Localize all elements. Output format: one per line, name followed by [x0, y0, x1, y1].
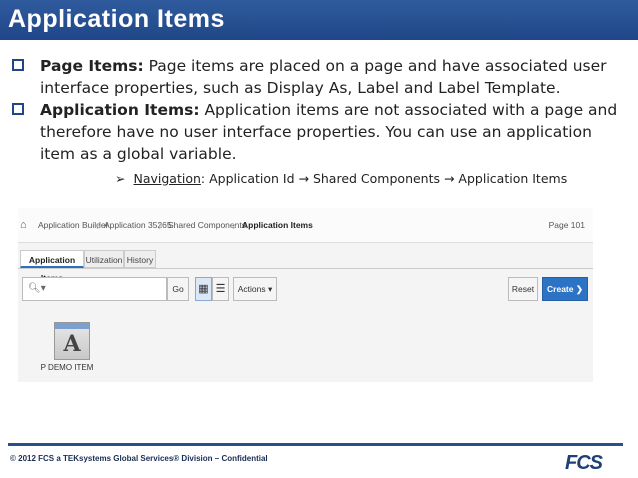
bullet-term: Application Items:	[40, 101, 200, 119]
list-view-icon[interactable]: ☰	[212, 277, 229, 301]
page-number: Page 101	[548, 220, 585, 230]
bullet-application-items: Application Items: Application items are…	[12, 99, 627, 165]
actions-button[interactable]: Actions ▾	[233, 277, 277, 301]
footer-text: © 2012 FCS a TEKsystems Global Services®…	[10, 454, 268, 463]
apex-screenshot: ⌂ Application Builder › Application 3526…	[18, 208, 593, 382]
chevron-right-icon: ›	[158, 217, 163, 233]
slide-title: Application Items	[8, 5, 225, 33]
navigation-path: : Application Id → Shared Components → A…	[200, 171, 568, 186]
breadcrumb: ⌂ Application Builder › Application 3526…	[18, 208, 593, 243]
bullet-list: Page Items: Page items are placed on a p…	[12, 55, 627, 165]
chevron-right-icon: ›	[232, 217, 237, 233]
title-bar: Application Items	[0, 0, 638, 40]
bullet-term: Page Items:	[40, 57, 144, 75]
create-button[interactable]: Create ❯	[542, 277, 588, 301]
breadcrumb-current: Application Items	[242, 220, 313, 230]
navigation-label: Navigation	[133, 171, 201, 186]
tab-history[interactable]: History	[124, 250, 156, 268]
search-input[interactable]: 🔍︎▾	[22, 277, 167, 301]
item-label: P DEMO ITEM	[40, 363, 94, 372]
checkbox-bullet-icon	[12, 59, 24, 71]
icon-view-icon[interactable]: ▦	[195, 277, 212, 301]
bullet-page-items: Page Items: Page items are placed on a p…	[12, 55, 627, 99]
tab-application-items[interactable]: Application Items	[20, 250, 84, 283]
arrow-bullet-icon: ➢	[115, 171, 126, 186]
search-icon: 🔍︎▾	[28, 283, 46, 294]
reset-button[interactable]: Reset	[508, 277, 538, 301]
chevron-right-icon: ›	[96, 217, 101, 233]
home-icon[interactable]: ⌂	[20, 219, 27, 231]
footer-divider	[8, 443, 623, 446]
navigation-line: ➢ Navigation: Application Id → Shared Com…	[115, 171, 567, 186]
application-item-tile[interactable]: A P DEMO ITEM	[41, 322, 102, 372]
fcs-logo: FCS	[565, 452, 603, 474]
application-item-icon: A	[54, 322, 90, 360]
tab-utilization[interactable]: Utilization	[84, 250, 124, 268]
checkbox-bullet-icon	[12, 103, 24, 115]
go-button[interactable]: Go	[167, 277, 189, 301]
divider	[18, 268, 593, 269]
